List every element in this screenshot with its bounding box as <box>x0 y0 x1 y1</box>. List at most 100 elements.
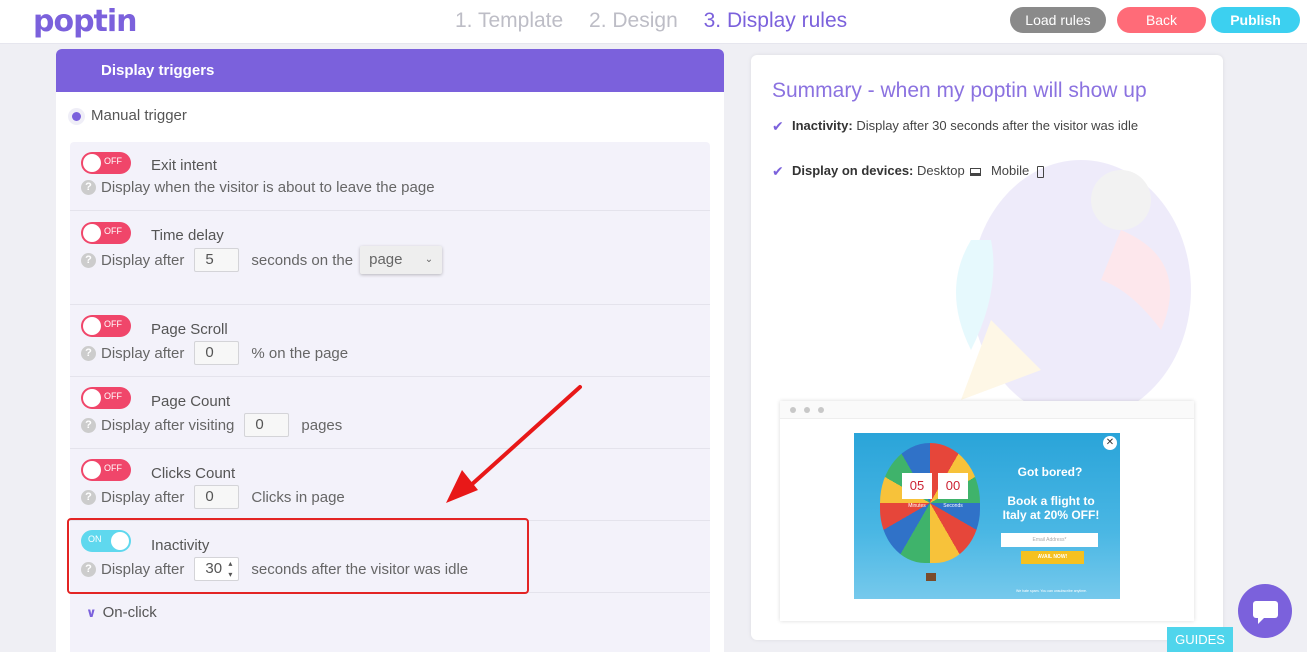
toggle-knob <box>83 154 101 172</box>
trigger-title: Page Scroll <box>151 321 228 338</box>
popup-cta-button[interactable]: AVAIL NOW! <box>1021 551 1084 564</box>
back-button[interactable]: Back <box>1117 7 1206 33</box>
manual-trigger-label: Manual trigger <box>91 107 187 124</box>
on-click-section-toggle[interactable]: ∨ On-click <box>86 604 157 621</box>
browser-toolbar <box>780 401 1194 419</box>
parrot-watermark-icon <box>956 160 1191 420</box>
description-text: Clicks in page <box>251 488 345 506</box>
mobile-icon <box>1036 165 1044 178</box>
trigger-title: Clicks Count <box>151 465 236 482</box>
summary-devices: ✔ Display on devices: Desktop Mobile <box>772 161 1172 181</box>
trigger-time-delay: OFF Time delay ? Display after 5 seconds… <box>70 211 710 305</box>
toggle-knob <box>83 224 101 242</box>
chevron-down-icon: ⌄ <box>424 254 434 265</box>
inactivity-highlight-box <box>67 518 529 594</box>
window-dot <box>818 407 824 413</box>
publish-button[interactable]: Publish <box>1211 7 1300 33</box>
window-dot <box>790 407 796 413</box>
trigger-description: ? Display when the visitor is about to l… <box>81 179 435 196</box>
help-icon[interactable]: ? <box>81 489 96 505</box>
balloon-basket <box>926 573 936 581</box>
toggle-state: OFF <box>104 463 122 473</box>
top-bar: poptin 1. Template 2. Design 3. Display … <box>0 0 1307 44</box>
window-dot <box>804 407 810 413</box>
summary-text: Display after 30 seconds after the visit… <box>856 118 1139 133</box>
trigger-description: ? Display after 0 % on the page <box>81 341 348 365</box>
guides-button[interactable]: GUIDES <box>1167 627 1233 652</box>
radio-selected-icon[interactable] <box>72 111 81 121</box>
check-icon: ✔ <box>772 163 784 179</box>
page-scroll-input[interactable]: 0 <box>194 341 240 365</box>
toggle-state: OFF <box>104 319 122 329</box>
description-text: seconds on the <box>251 251 354 269</box>
chat-button[interactable] <box>1238 584 1292 638</box>
description-text: Display when the visitor is about to lea… <box>101 179 435 196</box>
trigger-exit-intent: OFF Exit intent ? Display when the visit… <box>70 142 710 211</box>
on-click-label: On-click <box>102 604 157 621</box>
description-text: Display after <box>101 251 185 269</box>
time-delay-toggle[interactable]: OFF <box>81 222 131 244</box>
popup-email-field[interactable]: Email Address* <box>1001 533 1098 547</box>
panel-title: Display triggers <box>56 49 724 92</box>
step-display-rules[interactable]: 3. Display rules <box>704 9 848 32</box>
step-template[interactable]: 1. Template <box>455 9 563 32</box>
toggle-state: OFF <box>104 226 122 236</box>
summary-label: Inactivity: <box>792 118 853 133</box>
popup-text: Book a flight to Italy at 20% OFF! <box>1002 494 1100 522</box>
trigger-clicks-count: OFF Clicks Count ? Display after 0 Click… <box>70 449 710 521</box>
laptop-icon <box>970 167 982 176</box>
help-icon[interactable]: ? <box>81 345 96 361</box>
clicks-count-input[interactable]: 0 <box>194 485 240 509</box>
device-desktop: Desktop <box>917 163 965 178</box>
exit-intent-toggle[interactable]: OFF <box>81 152 131 174</box>
trigger-title: Exit intent <box>151 157 217 174</box>
trigger-title: Time delay <box>151 227 224 244</box>
trigger-description: ? Display after visiting 0 pages <box>81 413 342 437</box>
help-icon[interactable]: ? <box>81 417 96 433</box>
wizard-steps: 1. Template 2. Design 3. Display rules <box>455 9 867 33</box>
page-select[interactable]: page ⌄ <box>360 246 443 274</box>
chevron-down-icon: ∨ <box>86 605 97 620</box>
trigger-page-count: OFF Page Count ? Display after visiting … <box>70 377 710 449</box>
page-count-toggle[interactable]: OFF <box>81 387 131 409</box>
minutes-label: Minutes <box>908 503 926 509</box>
description-text: % on the page <box>251 344 349 362</box>
countdown-seconds: 00 <box>938 473 968 499</box>
page-count-input[interactable]: 0 <box>244 413 290 437</box>
trigger-page-scroll: OFF Page Scroll ? Display after 0 % on t… <box>70 305 710 377</box>
page-scroll-toggle[interactable]: OFF <box>81 315 131 337</box>
toggle-knob <box>83 389 101 407</box>
description-text: Display after visiting <box>101 416 235 434</box>
check-icon: ✔ <box>772 118 784 134</box>
help-icon[interactable]: ? <box>81 252 96 268</box>
popup-footer: We hate spam. You can unsubscribe anytim… <box>1016 589 1087 593</box>
close-icon[interactable]: ✕ <box>1103 436 1117 450</box>
help-icon[interactable]: ? <box>81 180 96 195</box>
description-text: Display after <box>101 344 185 362</box>
trigger-description: ? Display after 0 Clicks in page <box>81 485 345 509</box>
toggle-knob <box>83 317 101 335</box>
seconds-label: Seconds <box>943 503 963 509</box>
manual-trigger-option[interactable]: Manual trigger <box>72 107 187 124</box>
summary-title: Summary - when my poptin will show up <box>772 79 1147 102</box>
trigger-description: ? Display after 5 seconds on the page ⌄ <box>81 246 443 274</box>
trigger-title: Page Count <box>151 393 231 410</box>
toggle-state: OFF <box>104 391 122 401</box>
summary-label: Display on devices: <box>792 163 914 178</box>
toggle-state: OFF <box>104 156 122 166</box>
popup-preview[interactable]: 05 00 Minutes Seconds ✕ Got bored? Book … <box>854 433 1120 599</box>
countdown-minutes: 05 <box>902 473 932 499</box>
poptin-logo[interactable]: poptin <box>33 4 138 39</box>
description-text: Display after <box>101 488 185 506</box>
popup-preview-browser: 05 00 Minutes Seconds ✕ Got bored? Book … <box>780 401 1194 621</box>
popup-title: Got bored? <box>1017 465 1083 479</box>
chat-bubble-icon <box>1253 601 1278 624</box>
step-design[interactable]: 2. Design <box>589 9 678 32</box>
load-rules-button[interactable]: Load rules <box>1010 7 1106 33</box>
summary-panel: Summary - when my poptin will show up ✔ … <box>751 55 1223 640</box>
clicks-count-toggle[interactable]: OFF <box>81 459 131 481</box>
description-text: pages <box>301 416 343 434</box>
summary-inactivity: ✔ Inactivity: Display after 30 seconds a… <box>772 116 1172 136</box>
time-delay-input[interactable]: 5 <box>194 248 240 272</box>
device-mobile: Mobile <box>990 163 1030 178</box>
